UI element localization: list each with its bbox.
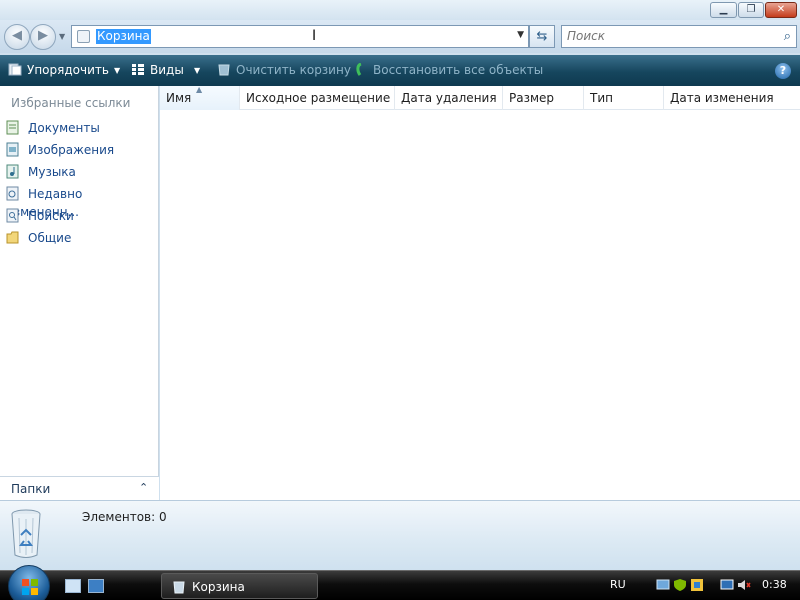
address-bar[interactable]: Корзина I ▼	[71, 25, 529, 48]
sidebar-item-label: Изображения	[28, 143, 115, 157]
search-box[interactable]: ⌕	[561, 25, 797, 48]
recent-icon	[6, 186, 19, 201]
refresh-icon: ⇆	[536, 29, 548, 44]
empty-bin-button[interactable]: Очистить корзину	[217, 63, 351, 78]
views-dropdown-button[interactable]: ▼	[194, 63, 200, 78]
maximize-icon: ❐	[746, 4, 756, 15]
column-header-date-modified[interactable]: Дата изменения	[664, 86, 800, 110]
taskbar: Корзина RU 0:38	[0, 565, 800, 600]
refresh-button[interactable]: ⇆	[529, 25, 555, 48]
public-folder-icon	[6, 231, 19, 244]
network-tray-icon[interactable]	[656, 578, 670, 592]
column-header-date-deleted[interactable]: Дата удаления	[395, 86, 503, 110]
windows-logo-icon	[22, 579, 38, 595]
favorite-links-title: Избранные ссылки	[11, 96, 131, 110]
column-header-label: Тип	[590, 91, 613, 105]
column-header-label: Дата изменения	[670, 91, 774, 105]
restore-all-label: Восстановить все объекты	[373, 63, 544, 77]
recycle-bin-taskbar-icon	[173, 581, 185, 594]
sidebar-item-public[interactable]: Общие	[6, 229, 156, 247]
forward-arrow-icon: ▶	[38, 28, 48, 43]
sidebar-item-pictures[interactable]: Изображения	[6, 141, 156, 159]
organize-label: Упорядочить	[27, 63, 109, 77]
help-icon[interactable]: ?	[775, 63, 791, 79]
column-header-original-location[interactable]: Исходное размещение	[240, 86, 395, 110]
empty-bin-icon	[218, 64, 230, 76]
column-header-label: Имя	[166, 91, 192, 105]
column-header-type[interactable]: Тип	[584, 86, 664, 110]
show-desktop-icon[interactable]	[65, 579, 81, 593]
sort-ascending-icon: ▲	[196, 85, 203, 94]
sidebar-item-label: Музыка	[28, 165, 76, 179]
column-header-label: Размер	[509, 91, 555, 105]
documents-icon	[6, 120, 19, 135]
maximize-button[interactable]: ❐	[738, 2, 764, 18]
minimize-button[interactable]: ▁	[710, 2, 737, 18]
sidebar-item-recent[interactable]: Недавно измененн...	[6, 185, 156, 219]
folders-toggle[interactable]: Папки ⌃	[0, 476, 159, 500]
switch-windows-icon[interactable]	[88, 579, 104, 593]
restore-all-button[interactable]: Восстановить все объекты	[354, 63, 543, 78]
sidebar-item-label: Поиски	[28, 209, 74, 223]
views-label: Виды	[150, 63, 184, 77]
volume-muted-icon[interactable]	[737, 578, 751, 592]
back-arrow-icon: ◀	[12, 28, 22, 43]
views-icon	[132, 64, 144, 75]
restore-icon	[356, 63, 362, 76]
column-header-size[interactable]: Размер	[503, 86, 584, 110]
music-icon	[6, 164, 19, 179]
title-bar: ▁ ❐ ✕	[0, 0, 800, 20]
views-dropdown-icon: ▼	[194, 66, 201, 75]
searches-icon	[6, 208, 19, 223]
recent-pages-dropdown-icon[interactable]: ▼	[59, 32, 65, 41]
minimize-icon: ▁	[719, 4, 728, 15]
address-value[interactable]: Корзина	[96, 29, 151, 44]
sidebar-item-label: Общие	[28, 231, 72, 245]
details-pane: Элементов: 0	[0, 500, 800, 570]
organize-icon	[8, 63, 22, 76]
favorite-links-pane: Избранные ссылки Документы Изображения М…	[0, 86, 159, 500]
start-button[interactable]	[8, 565, 50, 600]
sidebar-item-music[interactable]: Музыка	[6, 163, 156, 181]
close-button[interactable]: ✕	[765, 2, 797, 18]
back-button[interactable]: ◀	[4, 24, 30, 50]
recycle-bin-icon	[11, 509, 41, 558]
text-cursor-icon: I	[312, 28, 317, 44]
close-icon: ✕	[776, 4, 786, 15]
taskbar-item-label: Корзина	[192, 580, 245, 594]
security-tray-icon[interactable]	[673, 578, 687, 592]
organize-dropdown-icon: ▼	[113, 66, 121, 75]
column-header-row: ▲ Имя Исходное размещение Дата удаления …	[160, 85, 800, 110]
command-bar: Упорядочить ▼ Виды ▼ Очистить корзину Вос…	[0, 55, 800, 86]
empty-bin-label: Очистить корзину	[236, 63, 351, 77]
views-button[interactable]: Виды	[131, 63, 184, 78]
pictures-icon	[6, 142, 19, 157]
item-count: Элементов: 0	[82, 510, 167, 524]
forward-button[interactable]: ▶	[30, 24, 56, 50]
sidebar-item-label: Документы	[28, 121, 100, 135]
chevron-up-icon: ⌃	[139, 481, 149, 494]
address-dropdown-icon[interactable]: ▼	[517, 30, 524, 40]
folders-label: Папки	[11, 482, 51, 496]
display-tray-icon[interactable]	[720, 578, 734, 592]
taskbar-item-recycle-bin[interactable]: Корзина	[161, 573, 318, 599]
search-icon[interactable]: ⌕	[784, 29, 791, 44]
organize-button[interactable]: Упорядочить ▼	[8, 63, 120, 78]
file-list[interactable]: ▲ Имя Исходное размещение Дата удаления …	[160, 85, 800, 500]
system-clock[interactable]: 0:38	[762, 578, 787, 591]
search-input[interactable]	[567, 29, 767, 43]
column-header-label: Исходное размещение	[246, 91, 391, 105]
sidebar-item-documents[interactable]: Документы	[6, 119, 156, 137]
updates-tray-icon[interactable]	[690, 578, 704, 592]
language-indicator[interactable]: RU	[610, 578, 626, 591]
column-header-name[interactable]: ▲ Имя	[160, 85, 240, 110]
column-header-label: Дата удаления	[401, 91, 497, 105]
sidebar-item-searches[interactable]: Поиски	[6, 207, 156, 225]
recycle-bin-small-icon	[77, 30, 90, 43]
